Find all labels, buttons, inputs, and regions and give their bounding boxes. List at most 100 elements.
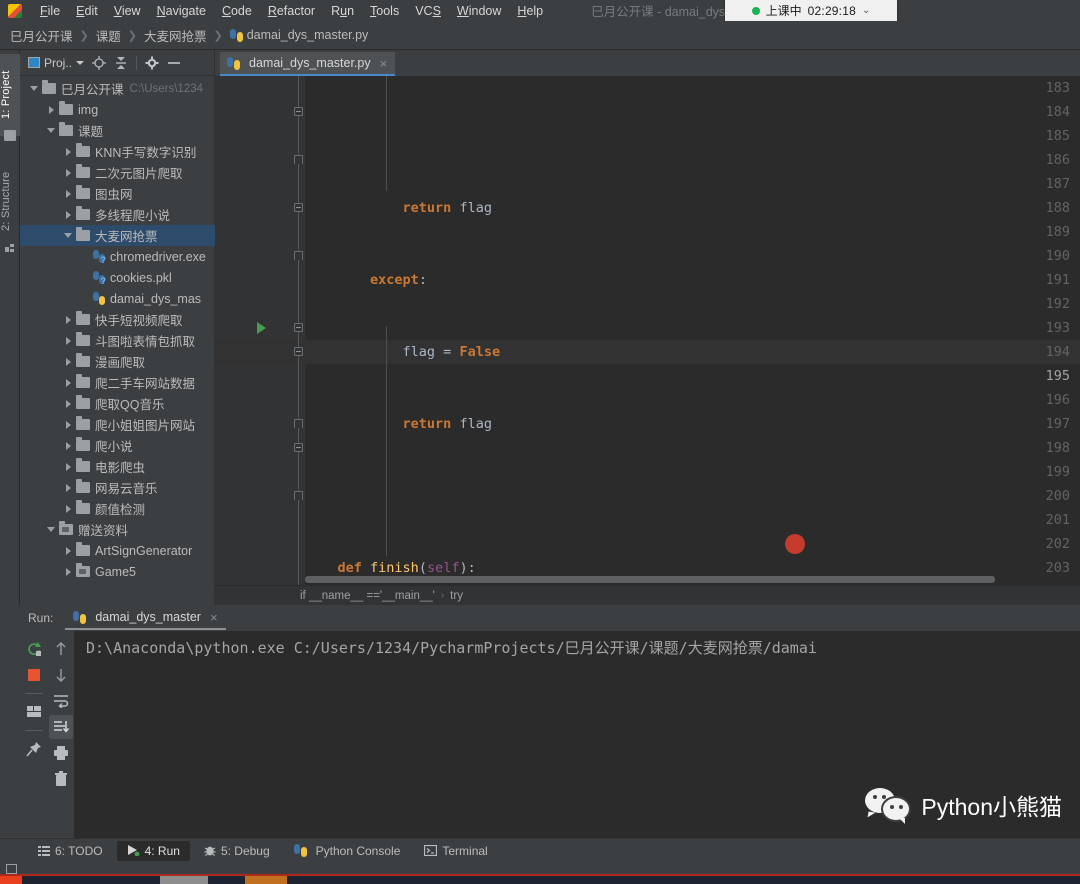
tree-expand-arrow-icon[interactable] [60, 189, 76, 198]
tree-item[interactable]: 网易云音乐 [20, 477, 215, 498]
close-icon[interactable]: × [380, 56, 388, 71]
tree-item[interactable]: chromedriver.exe [20, 246, 215, 267]
windows-icon[interactable] [6, 864, 17, 874]
menu-item-refactor[interactable]: Refactor [260, 2, 323, 20]
clear-all-button[interactable] [49, 767, 73, 791]
menu-item-view[interactable]: View [106, 2, 149, 20]
editor-breadcrumb-item-0[interactable]: if __name__ =='__main__' [300, 590, 435, 602]
tree-expand-arrow-icon[interactable] [60, 420, 76, 429]
stop-button[interactable] [22, 663, 46, 687]
editor-breadcrumb-item-1[interactable]: try [450, 590, 463, 602]
code-viewport[interactable]: 183 184 185 186 187 188 189 190 191 192 193 194 195 1… [215, 76, 1080, 605]
tree-item[interactable]: 电影爬虫 [20, 456, 215, 477]
minimize-button[interactable] [163, 53, 185, 73]
tree-item[interactable]: ArtSignGenerator [20, 540, 215, 561]
next-occurrence-button[interactable] [49, 663, 73, 687]
tree-item[interactable]: 爬取QQ音乐 [20, 393, 215, 414]
editor-tab-damai-dys-master[interactable]: damai_dys_master.py × [220, 52, 396, 76]
pin-button[interactable] [22, 737, 46, 761]
settings-button[interactable] [141, 53, 163, 73]
tree-item[interactable]: 爬小说 [20, 435, 215, 456]
tree-expand-arrow-icon[interactable] [60, 210, 76, 219]
sidebar-tab-structure[interactable]: 2: Structure [0, 155, 20, 247]
tree-expand-arrow-icon[interactable] [60, 462, 76, 471]
soft-wrap-button[interactable] [49, 689, 73, 713]
tree-item[interactable]: damai_dys_mas [20, 288, 215, 309]
tree-item[interactable]: img [20, 99, 215, 120]
tree-expand-arrow-icon[interactable] [60, 441, 76, 450]
collapse-all-button[interactable] [110, 53, 132, 73]
tree-item[interactable]: 二次元图片爬取 [20, 162, 215, 183]
previous-occurrence-button[interactable] [49, 637, 73, 661]
tree-item[interactable]: 赠送资料 [20, 519, 215, 540]
menu-item-code[interactable]: Code [214, 2, 260, 20]
tree-expand-arrow-icon[interactable] [60, 399, 76, 408]
scroll-to-end-button[interactable] [48, 715, 73, 739]
run-configuration-marker-icon[interactable] [257, 322, 266, 334]
fold-marker-194[interactable] [294, 347, 303, 356]
menu-item-navigate[interactable]: Navigate [149, 2, 214, 20]
menu-item-vcs[interactable]: VCS [407, 2, 449, 20]
tree-collapse-arrow-icon[interactable] [60, 233, 76, 238]
fold-marker-188[interactable] [294, 203, 303, 212]
tree-expand-arrow-icon[interactable] [60, 315, 76, 324]
status-button-debug[interactable]: 5: Debug [194, 841, 280, 861]
fold-marker-198[interactable] [294, 443, 303, 452]
tree-collapse-arrow-icon[interactable] [26, 86, 42, 91]
run-tab-damai-dys-master[interactable]: damai_dys_master × [65, 606, 226, 630]
fold-marker-184[interactable] [294, 107, 303, 116]
tree-item[interactable]: 爬二手车网站数据 [20, 372, 215, 393]
tree-item[interactable]: 漫画爬取 [20, 351, 215, 372]
tree-expand-arrow-icon[interactable] [60, 336, 76, 345]
status-button-python-console[interactable]: Python Console [284, 841, 411, 861]
breadcrumb-item-2[interactable]: 大麦网抢票 [144, 26, 207, 45]
breadcrumb-item-3[interactable]: damai_dys_master.py [247, 28, 369, 42]
menu-item-tools[interactable]: Tools [362, 2, 407, 20]
class-timer-widget[interactable]: 上课中 02:29:18 ⌄ [725, 0, 897, 21]
menu-item-edit[interactable]: Edit [68, 2, 106, 20]
status-button-run[interactable]: 4: Run [116, 840, 190, 861]
breadcrumb-item-1[interactable]: 课题 [96, 26, 121, 45]
taskbar-item-a[interactable] [0, 876, 22, 884]
menu-item-window[interactable]: Window [449, 2, 509, 20]
tree-item[interactable]: KNN手写数字识别 [20, 141, 215, 162]
tree-item[interactable]: 巳月公开课 C:\Users\1234 [20, 78, 215, 99]
tree-collapse-arrow-icon[interactable] [43, 527, 59, 532]
close-icon[interactable]: × [210, 610, 218, 625]
tree-expand-arrow-icon[interactable] [60, 147, 76, 156]
menu-item-file[interactable]: File [32, 2, 68, 20]
tree-expand-arrow-icon[interactable] [60, 546, 76, 555]
tree-item[interactable]: 多线程爬小说 [20, 204, 215, 225]
locate-file-button[interactable] [88, 53, 110, 73]
tree-item[interactable]: Game5 [20, 561, 215, 582]
code-text[interactable]: return flag except: flag = False return … [305, 76, 1080, 605]
tree-expand-arrow-icon[interactable] [60, 378, 76, 387]
tree-expand-arrow-icon[interactable] [43, 105, 59, 114]
tree-item[interactable]: 大麦网抢票 [20, 225, 215, 246]
tree-item[interactable]: 快手短视频爬取 [20, 309, 215, 330]
fold-marker-193[interactable] [294, 323, 303, 332]
tree-item[interactable]: 斗图啦表情包抓取 [20, 330, 215, 351]
fold-marker-186[interactable] [294, 155, 303, 164]
rerun-button[interactable] [22, 637, 46, 661]
fold-marker-190[interactable] [294, 251, 303, 260]
tree-item[interactable]: cookies.pkl [20, 267, 215, 288]
tree-collapse-arrow-icon[interactable] [43, 128, 59, 133]
tree-item[interactable]: 课题 [20, 120, 215, 141]
tree-expand-arrow-icon[interactable] [60, 483, 76, 492]
menu-item-run[interactable]: Run [323, 2, 362, 20]
menu-item-help[interactable]: Help [509, 2, 551, 20]
tree-expand-arrow-icon[interactable] [60, 504, 76, 513]
tree-item[interactable]: 颜值检测 [20, 498, 215, 519]
breadcrumb-item-0[interactable]: 巳月公开课 [10, 26, 73, 45]
fold-marker-200[interactable] [294, 491, 303, 500]
project-view-selector[interactable]: Proj.. [24, 54, 88, 72]
fold-marker-197[interactable] [294, 419, 303, 428]
layout-button[interactable] [22, 700, 46, 724]
tree-expand-arrow-icon[interactable] [60, 168, 76, 177]
chevron-down-icon[interactable]: ⌄ [862, 5, 870, 16]
tree-expand-arrow-icon[interactable] [60, 357, 76, 366]
tree-expand-arrow-icon[interactable] [60, 567, 76, 576]
tree-item[interactable]: 爬小姐姐图片网站 [20, 414, 215, 435]
horizontal-scrollbar[interactable] [305, 576, 995, 583]
